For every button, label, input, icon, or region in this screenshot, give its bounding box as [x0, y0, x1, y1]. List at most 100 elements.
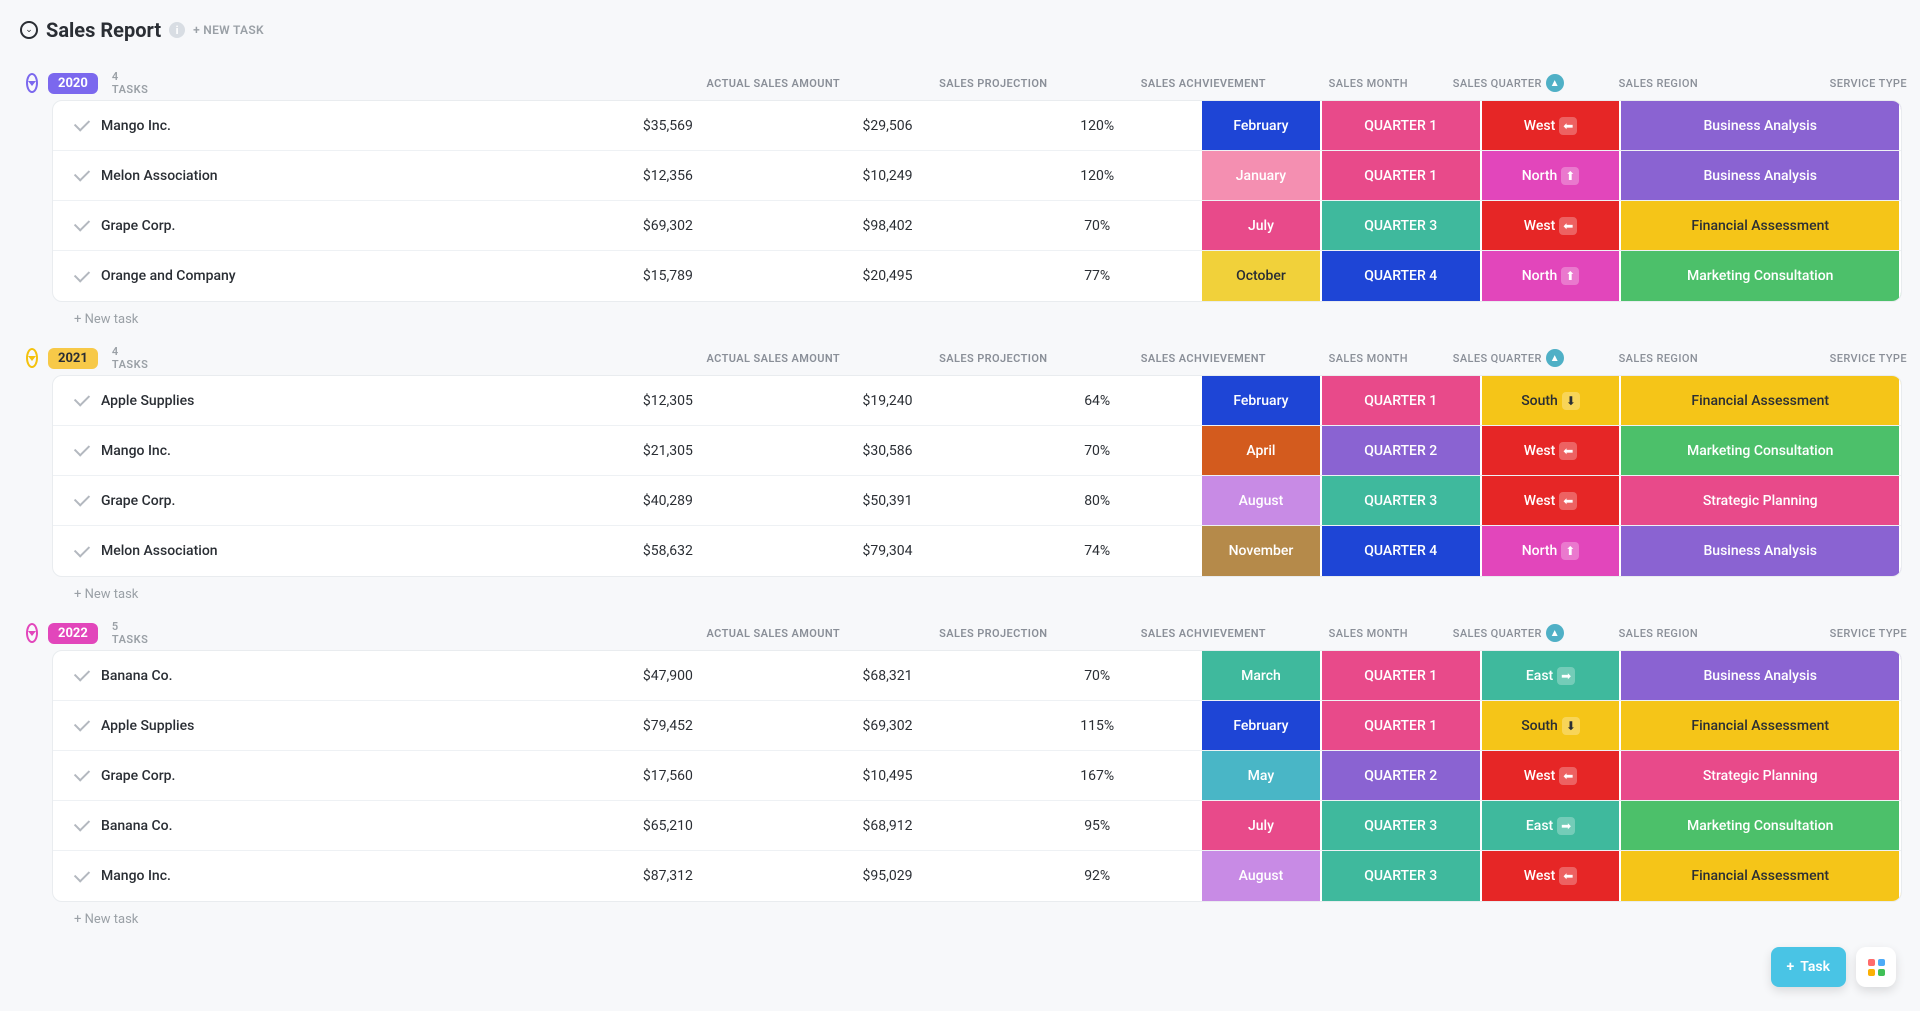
achievement-cell[interactable]: 74%: [992, 526, 1202, 576]
col-month[interactable]: SALES MONTH: [1308, 77, 1428, 90]
region-cell[interactable]: West ⬅: [1482, 426, 1622, 475]
month-cell[interactable]: May: [1202, 751, 1322, 800]
year-pill[interactable]: 2020: [48, 73, 98, 94]
task-name-cell[interactable]: Mango Inc.: [53, 851, 553, 901]
info-icon[interactable]: i: [169, 22, 185, 38]
col-projection[interactable]: SALES PROJECTION: [888, 77, 1098, 90]
task-name-cell[interactable]: Grape Corp.: [53, 751, 553, 800]
col-quarter[interactable]: SALES QUARTER▲: [1428, 624, 1588, 642]
check-icon[interactable]: [74, 815, 90, 831]
quarter-cell[interactable]: QUARTER 1: [1322, 101, 1482, 150]
month-cell[interactable]: April: [1202, 426, 1322, 475]
actual-sales-cell[interactable]: $58,632: [553, 526, 783, 576]
projection-cell[interactable]: $69,302: [783, 701, 993, 750]
col-achievement[interactable]: SALES ACHVIEVEMENT: [1098, 352, 1308, 365]
projection-cell[interactable]: $68,321: [783, 651, 993, 700]
check-icon[interactable]: [74, 665, 90, 681]
projection-cell[interactable]: $98,402: [783, 201, 993, 250]
region-cell[interactable]: South ⬇: [1482, 376, 1622, 425]
quarter-cell[interactable]: QUARTER 3: [1322, 201, 1482, 250]
actual-sales-cell[interactable]: $21,305: [553, 426, 783, 475]
achievement-cell[interactable]: 167%: [992, 751, 1202, 800]
col-quarter[interactable]: SALES QUARTER▲: [1428, 74, 1588, 92]
check-icon[interactable]: [74, 765, 90, 781]
col-quarter[interactable]: SALES QUARTER▲: [1428, 349, 1588, 367]
task-name-cell[interactable]: Mango Inc.: [53, 101, 553, 150]
service-cell[interactable]: Financial Assessment: [1621, 701, 1901, 750]
table-row[interactable]: Grape Corp. $69,302 $98,402 70% July QUA…: [53, 201, 1901, 251]
apps-button[interactable]: [1856, 947, 1896, 987]
col-service[interactable]: SERVICE TYPE: [1728, 77, 1920, 90]
region-cell[interactable]: North ⬆: [1482, 151, 1622, 200]
region-cell[interactable]: West ⬅: [1482, 101, 1622, 150]
service-cell[interactable]: Marketing Consultation: [1621, 801, 1901, 850]
achievement-cell[interactable]: 95%: [992, 801, 1202, 850]
col-month[interactable]: SALES MONTH: [1308, 627, 1428, 640]
table-row[interactable]: Mango Inc. $21,305 $30,586 70% April QUA…: [53, 426, 1901, 476]
achievement-cell[interactable]: 70%: [992, 651, 1202, 700]
col-achievement[interactable]: SALES ACHVIEVEMENT: [1098, 627, 1308, 640]
table-row[interactable]: Grape Corp. $17,560 $10,495 167% May QUA…: [53, 751, 1901, 801]
achievement-cell[interactable]: 120%: [992, 151, 1202, 200]
service-cell[interactable]: Business Analysis: [1621, 651, 1901, 700]
table-row[interactable]: Grape Corp. $40,289 $50,391 80% August Q…: [53, 476, 1901, 526]
sort-asc-icon[interactable]: ▲: [1546, 624, 1564, 642]
quarter-cell[interactable]: QUARTER 1: [1322, 376, 1482, 425]
chevron-down-icon[interactable]: ⌄: [20, 21, 38, 39]
table-row[interactable]: Apple Supplies $12,305 $19,240 64% Febru…: [53, 376, 1901, 426]
actual-sales-cell[interactable]: $79,452: [553, 701, 783, 750]
chevron-down-icon[interactable]: [26, 623, 38, 643]
projection-cell[interactable]: $29,506: [783, 101, 993, 150]
new-task-row[interactable]: + New task: [18, 902, 1902, 931]
task-name-cell[interactable]: Banana Co.: [53, 651, 553, 700]
quarter-cell[interactable]: QUARTER 1: [1322, 701, 1482, 750]
region-cell[interactable]: South ⬇: [1482, 701, 1622, 750]
new-task-row[interactable]: + New task: [18, 577, 1902, 606]
task-name-cell[interactable]: Grape Corp.: [53, 201, 553, 250]
service-cell[interactable]: Financial Assessment: [1621, 376, 1901, 425]
month-cell[interactable]: July: [1202, 201, 1322, 250]
sort-asc-icon[interactable]: ▲: [1546, 349, 1564, 367]
task-name-cell[interactable]: Grape Corp.: [53, 476, 553, 525]
achievement-cell[interactable]: 70%: [992, 426, 1202, 475]
chevron-down-icon[interactable]: [26, 73, 38, 93]
projection-cell[interactable]: $20,495: [783, 251, 993, 301]
service-cell[interactable]: Business Analysis: [1621, 526, 1901, 576]
col-projection[interactable]: SALES PROJECTION: [888, 352, 1098, 365]
col-actual[interactable]: ACTUAL SALES AMOUNT: [658, 627, 888, 640]
table-row[interactable]: Apple Supplies $79,452 $69,302 115% Febr…: [53, 701, 1901, 751]
region-cell[interactable]: North ⬆: [1482, 526, 1622, 576]
actual-sales-cell[interactable]: $69,302: [553, 201, 783, 250]
col-month[interactable]: SALES MONTH: [1308, 352, 1428, 365]
task-name-cell[interactable]: Orange and Company: [53, 251, 553, 301]
col-region[interactable]: SALES REGION: [1588, 77, 1728, 90]
projection-cell[interactable]: $10,495: [783, 751, 993, 800]
actual-sales-cell[interactable]: $15,789: [553, 251, 783, 301]
service-cell[interactable]: Strategic Planning: [1621, 476, 1901, 525]
quarter-cell[interactable]: QUARTER 2: [1322, 751, 1482, 800]
table-row[interactable]: Orange and Company $15,789 $20,495 77% O…: [53, 251, 1901, 301]
new-task-button[interactable]: + NEW TASK: [193, 23, 264, 37]
check-icon[interactable]: [74, 390, 90, 406]
region-cell[interactable]: West ⬅: [1482, 751, 1622, 800]
projection-cell[interactable]: $50,391: [783, 476, 993, 525]
month-cell[interactable]: February: [1202, 701, 1322, 750]
service-cell[interactable]: Financial Assessment: [1621, 851, 1901, 901]
sort-asc-icon[interactable]: ▲: [1546, 74, 1564, 92]
quarter-cell[interactable]: QUARTER 1: [1322, 151, 1482, 200]
month-cell[interactable]: November: [1202, 526, 1322, 576]
quarter-cell[interactable]: QUARTER 1: [1322, 651, 1482, 700]
col-region[interactable]: SALES REGION: [1588, 627, 1728, 640]
col-region[interactable]: SALES REGION: [1588, 352, 1728, 365]
table-row[interactable]: Banana Co. $65,210 $68,912 95% July QUAR…: [53, 801, 1901, 851]
month-cell[interactable]: February: [1202, 101, 1322, 150]
quarter-cell[interactable]: QUARTER 2: [1322, 426, 1482, 475]
achievement-cell[interactable]: 70%: [992, 201, 1202, 250]
col-service[interactable]: SERVICE TYPE: [1728, 352, 1920, 365]
table-row[interactable]: Banana Co. $47,900 $68,321 70% March QUA…: [53, 651, 1901, 701]
table-row[interactable]: Mango Inc. $35,569 $29,506 120% February…: [53, 101, 1901, 151]
year-pill[interactable]: 2021: [48, 348, 98, 369]
region-cell[interactable]: West ⬅: [1482, 476, 1622, 525]
achievement-cell[interactable]: 120%: [992, 101, 1202, 150]
projection-cell[interactable]: $19,240: [783, 376, 993, 425]
